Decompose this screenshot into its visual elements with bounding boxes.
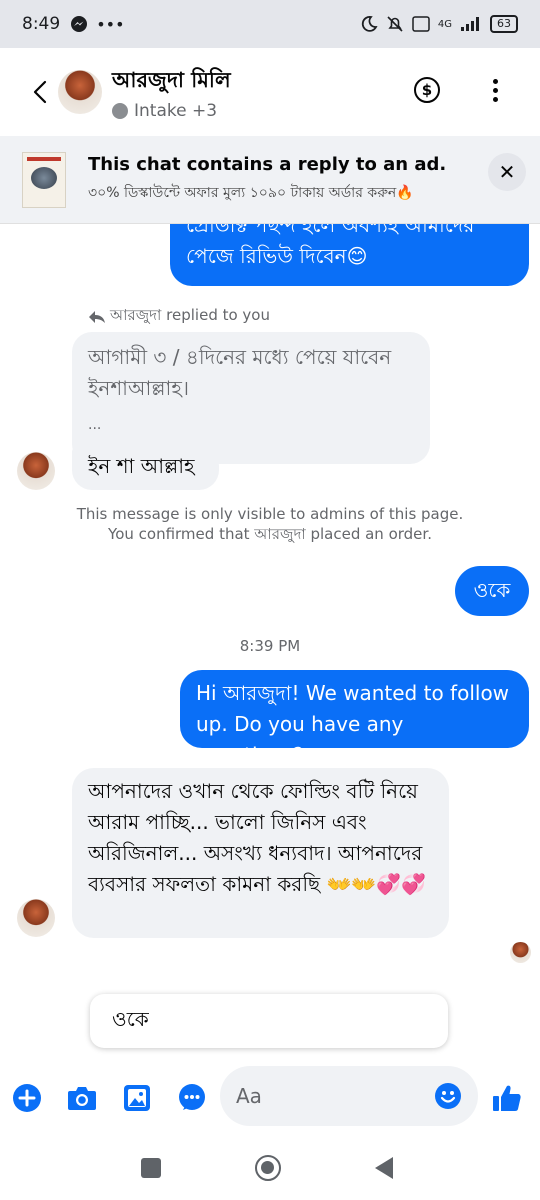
quick-reply-chip[interactable]: ওকে — [90, 994, 448, 1048]
chat-header: আরজুদা মিলি Intake +3 $ — [0, 48, 540, 136]
sender-avatar[interactable] — [17, 452, 55, 490]
ad-banner-subtitle: ৩০% ডিস্কাউন্টে অফার মুল্য ১০৯০ টাকায় অ… — [88, 185, 414, 201]
camera-button[interactable] — [67, 1085, 97, 1111]
volte-icon — [412, 16, 430, 32]
message-list[interactable]: প্রোডাক্ট পছন্দ হলে অবশ্যই আমাদের পেজে র… — [0, 224, 540, 1060]
seen-indicator-avatar — [510, 942, 531, 963]
recents-button[interactable] — [141, 1158, 161, 1178]
payment-button[interactable]: $ — [414, 77, 440, 103]
contact-label: Intake +3 — [134, 100, 218, 121]
input-placeholder: Aa — [236, 1084, 262, 1108]
contact-info[interactable]: আরজুদা মিলি Intake +3 — [112, 64, 231, 121]
like-button[interactable] — [492, 1083, 522, 1113]
contact-avatar[interactable] — [58, 70, 102, 114]
triangle-back-icon — [375, 1157, 393, 1179]
ad-banner-title: This chat contains a reply to an ad. — [88, 154, 447, 175]
contact-name: আরজুদা মিলি — [112, 67, 231, 92]
outgoing-message[interactable]: ওকে — [455, 566, 529, 616]
more-actions-button[interactable] — [178, 1084, 206, 1112]
quoted-ellipsis: ... — [88, 417, 102, 433]
image-icon — [124, 1085, 150, 1111]
close-icon: ✕ — [498, 160, 516, 184]
quoted-message[interactable]: আগামী ৩ / ৪দিনের মধ্যে পেয়ে যাবেন ইনশাআ… — [72, 332, 430, 464]
status-time: 8:49 — [22, 14, 61, 34]
outgoing-message[interactable]: Hi আরজুদা! We wanted to follow up. Do yo… — [180, 670, 529, 767]
home-button[interactable] — [255, 1155, 281, 1181]
composer-bar: Aa — [0, 1064, 540, 1130]
network-type: 4G — [437, 18, 452, 30]
dollar-icon: $ — [421, 81, 433, 99]
emoji-icon[interactable] — [434, 1082, 462, 1110]
outgoing-message[interactable]: প্রোডাক্ট পছন্দ হলে অবশ্যই আমাদের পেজে র… — [170, 224, 529, 286]
sender-avatar[interactable] — [17, 899, 55, 937]
system-navigation-bar — [0, 1136, 540, 1200]
add-button[interactable] — [13, 1084, 41, 1112]
camera-icon — [68, 1087, 96, 1110]
ad-thumbnail — [22, 151, 66, 208]
message-input[interactable]: Aa — [220, 1066, 478, 1126]
reply-arrow-icon — [89, 310, 105, 323]
thumbs-up-icon — [493, 1085, 521, 1111]
incoming-message[interactable]: ইন শা আল্লাহ — [72, 446, 219, 490]
ad-reply-banner[interactable]: This chat contains a reply to an ad. ৩০%… — [0, 136, 540, 224]
plus-icon — [13, 1084, 41, 1112]
reply-indicator: আরজুদা replied to you — [88, 304, 270, 329]
gallery-button[interactable] — [123, 1084, 151, 1112]
incoming-message[interactable]: আপনাদের ওখান থেকে ফোল্ডিং বটি নিয়ে আরাম… — [72, 768, 449, 938]
more-notifications-icon: ••• — [96, 14, 125, 34]
more-options-button[interactable] — [493, 79, 498, 102]
chevron-left-icon — [33, 80, 47, 104]
messenger-icon — [71, 16, 88, 32]
status-dot — [112, 102, 128, 119]
timestamp: 8:39 PM — [239, 637, 301, 655]
admin-note: This message is only visible to admins o… — [76, 505, 464, 543]
battery-indicator: 63 — [490, 15, 518, 33]
moon-icon — [361, 16, 378, 32]
chat-bubble-icon — [179, 1084, 205, 1110]
back-nav-button[interactable] — [374, 1156, 394, 1184]
status-bar: 8:49 ••• 4G 63 — [0, 0, 540, 48]
signal-icon — [461, 17, 479, 31]
close-banner-button[interactable]: ✕ — [488, 153, 526, 191]
mute-icon — [387, 16, 403, 32]
